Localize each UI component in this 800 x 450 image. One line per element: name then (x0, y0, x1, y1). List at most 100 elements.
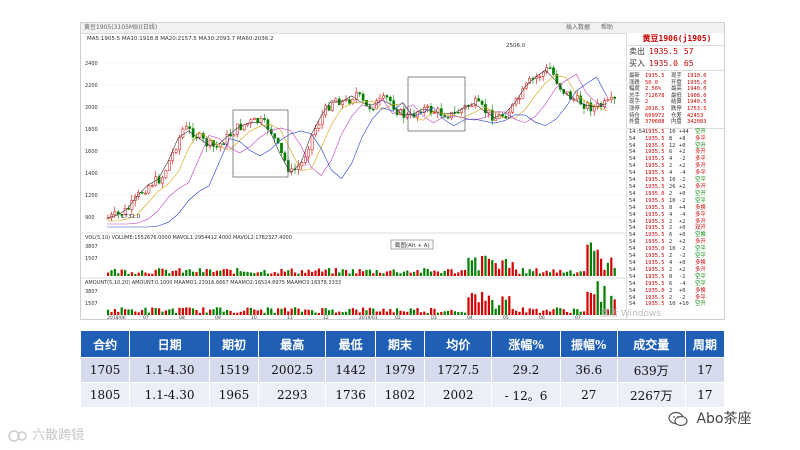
volume-bar (457, 272, 460, 276)
volume-bar (583, 311, 586, 315)
tick-cell: +44 (679, 128, 689, 135)
tick-cell: 2 (669, 190, 673, 197)
insert-data-link[interactable]: 插入数据 (566, 23, 590, 33)
candle-body (446, 116, 450, 119)
candle-body (609, 97, 613, 100)
date-tick: 02 (395, 315, 401, 320)
volume-bar (545, 309, 548, 315)
tick-cell: 多换 (695, 287, 706, 294)
volume-bar (362, 307, 365, 315)
volume-bar (307, 309, 310, 315)
table-cell: 1727.5 (424, 357, 493, 383)
volume-bar (406, 270, 409, 276)
tick-cell: +0 (679, 259, 686, 266)
contract-header[interactable]: 黄豆1906(j1905) (627, 33, 724, 46)
volume-bar (209, 309, 212, 315)
candle-body (552, 67, 555, 75)
price-tick: 2000 (85, 105, 98, 111)
tick-cell: 1935.0 (645, 190, 665, 197)
tick-cell: 6 (669, 232, 673, 239)
stat-cell: 幅度 (629, 86, 640, 93)
volume-bar (491, 299, 494, 315)
amount-axis: 3807 1507 (85, 289, 98, 307)
brand-right: Abo茶座 (668, 408, 751, 428)
volume-bar (300, 311, 303, 315)
volume-bar (168, 309, 171, 315)
date-tick: 12 (323, 315, 329, 320)
ask-qty: 57 (683, 47, 694, 56)
date-tick: 10 (251, 315, 257, 320)
tick-cell: -2 (679, 294, 686, 301)
volume-bar (181, 308, 184, 315)
volume-bar (392, 312, 395, 315)
volume-bar (426, 269, 429, 276)
tick-cell: 54 (629, 197, 636, 204)
tick-row: 54 1935.5 6 +2 多开 (629, 149, 724, 156)
volume-bar (576, 272, 579, 276)
candle-body (613, 97, 617, 99)
candle-body (256, 117, 260, 123)
volume-bar (294, 272, 297, 276)
volume-bar (317, 312, 320, 315)
stat-cell: 最新 (629, 73, 640, 79)
volume-bar (243, 310, 246, 315)
volume-bar (481, 291, 484, 315)
date-tick: 11 (287, 315, 293, 320)
volume-bar (562, 309, 565, 315)
tick-list[interactable]: 14:54 1935.5 10 +44 空开 54 1935.5 8 +8 多平 54 1935.5 1… (627, 128, 724, 309)
candle-body (348, 99, 351, 104)
volume-bar (270, 308, 273, 315)
tick-cell: +2 (679, 149, 686, 156)
tick-cell: 1935.5 (645, 135, 665, 142)
volume-bar (501, 296, 504, 315)
help-link[interactable]: 帮助 (601, 23, 613, 33)
candle-body (569, 91, 572, 100)
tick-cell: 空平 (695, 197, 706, 204)
volume-bar (127, 273, 130, 276)
volume-bar (569, 312, 572, 315)
candle-body (113, 211, 117, 215)
volume-bar (192, 271, 195, 276)
candle-body (269, 128, 273, 134)
volume-bar (426, 312, 429, 315)
volume-bar (113, 309, 116, 315)
tick-row: 54 1935.0 2 +0 空开 (629, 190, 724, 198)
tick-cell: 54 (629, 142, 636, 149)
volume-bar (300, 270, 303, 276)
volume-bar (474, 294, 477, 315)
candle-body (388, 96, 392, 101)
table-cell: 1965 (208, 382, 260, 408)
tick-cell: 2 (669, 218, 673, 225)
volume-bar (498, 268, 501, 276)
volume-bar (440, 311, 443, 315)
date-tick: 07 (143, 315, 149, 320)
tick-cell: 8 (669, 204, 673, 211)
tick-row: 54 1935.5 2 -2 空平 (629, 253, 724, 260)
volume-bar (555, 272, 558, 276)
stat-cell: 1940.5 (687, 99, 707, 106)
volume-bar (484, 255, 487, 276)
volume-bar (430, 308, 433, 315)
tick-cell: +0 (679, 190, 686, 197)
volume-bar (508, 267, 511, 276)
volume-bar (236, 268, 239, 276)
candle-body (477, 98, 481, 102)
volume-bar (474, 257, 477, 276)
volume-bar (566, 311, 569, 315)
volume-bar (164, 310, 167, 315)
candle-body (433, 112, 436, 114)
volume-bar (283, 271, 286, 276)
volume-bar (137, 272, 140, 276)
candle-body (303, 156, 307, 163)
volume-bar (154, 308, 157, 315)
volume-bar (328, 268, 331, 276)
tick-row: 54 1935.5 10 -2 空平 (629, 197, 724, 205)
volume-bar (107, 272, 110, 276)
volume-bar (219, 270, 222, 276)
volume-bar (419, 312, 422, 315)
volume-bar (205, 312, 208, 315)
volume-bar (365, 269, 368, 276)
tick-cell: 4 (669, 259, 673, 266)
stat-cell: 结算 (671, 99, 682, 106)
volume-bar (450, 269, 453, 276)
